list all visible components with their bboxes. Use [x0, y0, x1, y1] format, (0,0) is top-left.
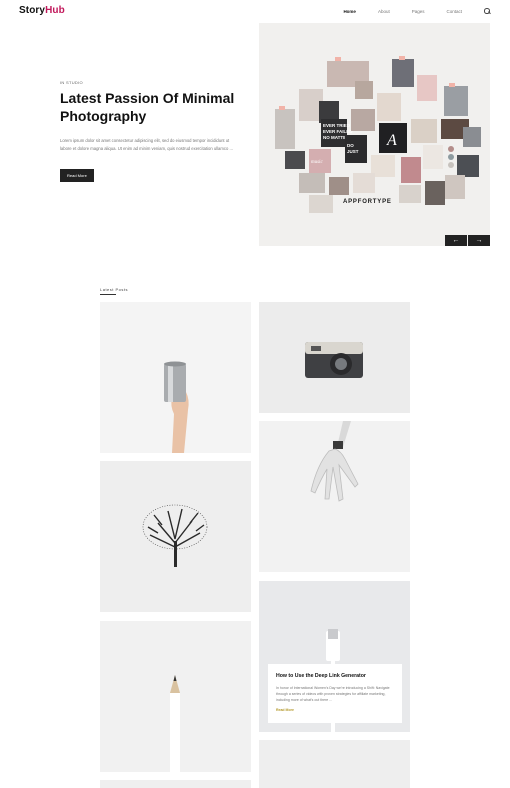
hand-photo [259, 421, 410, 572]
latest-posts-title: Latest Posts [100, 287, 129, 292]
read-more-button[interactable]: Read More [60, 169, 94, 182]
main-nav: Home About Pages Contact [321, 8, 490, 14]
post-card-partial-right[interactable] [259, 740, 410, 788]
arrow-right-icon[interactable]: → [468, 235, 490, 246]
site-header: StoryHub Home About Pages Contact [0, 0, 510, 24]
post-card-hand[interactable] [259, 421, 410, 572]
nav-pages[interactable]: Pages [412, 9, 425, 14]
featured-post-title[interactable]: How to Use the Deep Link Generator [276, 673, 394, 679]
logo-text-main: Story [19, 5, 46, 16]
cup-photo [100, 302, 251, 453]
svg-text:EVER TRIED: EVER TRIED [323, 123, 351, 128]
svg-text:EVER FAILED: EVER FAILED [323, 129, 353, 134]
moodboard-label: APPFORTYPE [343, 199, 392, 205]
tree-photo [100, 461, 251, 612]
slider-controls: ← → [444, 235, 490, 246]
arrow-left-icon[interactable]: ← [445, 235, 467, 246]
hero-image[interactable]: EVER TRIED EVER FAILED NO MATTER A music… [259, 23, 490, 246]
nav-home[interactable]: Home [343, 9, 356, 14]
camera-photo [259, 302, 410, 413]
search-icon[interactable] [484, 8, 490, 14]
logo-text-accent: Hub [45, 5, 65, 16]
hero-title[interactable]: Latest Passion Of Minimal Photography [60, 89, 240, 125]
featured-post-excerpt: In honor of International Women's Day we… [276, 686, 390, 702]
featured-post-card: How to Use the Deep Link Generator In ho… [268, 664, 402, 723]
svg-text:A: A [386, 132, 397, 149]
post-card-camera[interactable] [259, 302, 410, 413]
nav-about[interactable]: About [378, 9, 390, 14]
svg-text:JUST: JUST [347, 149, 359, 154]
hero-excerpt: Lorem ipsum dolor sit amet consectetur a… [60, 138, 233, 151]
site-logo[interactable]: StoryHub [19, 5, 65, 16]
hero-text: IN STUDIO Latest Passion Of Minimal Phot… [60, 80, 240, 182]
featured-post-read-more[interactable]: Read More [276, 708, 394, 712]
post-card-tree[interactable] [100, 461, 251, 612]
post-card-pencil[interactable] [100, 621, 251, 772]
hero-category[interactable]: IN STUDIO [60, 80, 240, 85]
moodboard-collage: EVER TRIED EVER FAILED NO MATTER A music… [259, 23, 490, 246]
svg-text:music: music [311, 160, 323, 165]
post-card-partial-left[interactable] [100, 780, 251, 788]
pencil-photo [100, 621, 251, 772]
post-card-cup[interactable] [100, 302, 251, 453]
svg-text:DO: DO [347, 143, 354, 148]
section-divider [100, 294, 116, 295]
nav-contact[interactable]: Contact [446, 9, 462, 14]
